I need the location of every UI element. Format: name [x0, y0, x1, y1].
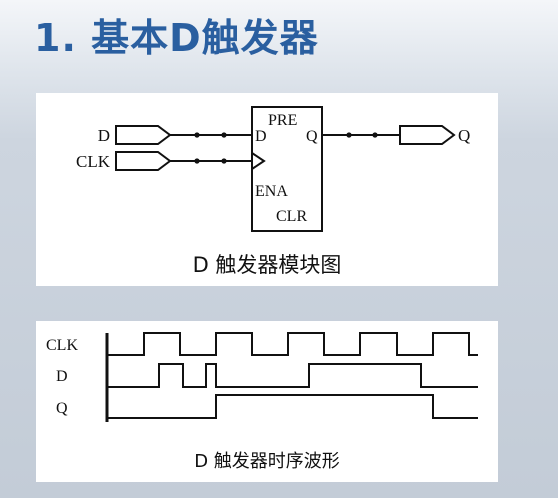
pin-ena-label: ENA: [255, 183, 288, 200]
q-output-label: Q: [458, 126, 470, 145]
timing-diagram-panel: CLK D Q D 触发器时序波形: [36, 321, 498, 482]
d-signal-label: D: [56, 368, 68, 385]
clk-signal-label: CLK: [46, 337, 78, 354]
clk-input-label: CLK: [76, 152, 111, 171]
pin-clr-label: CLR: [276, 208, 307, 225]
clock-input-triangle: [251, 152, 266, 170]
timing-diagram-caption: D 触发器时序波形: [194, 451, 340, 472]
pin-d-label: D: [255, 128, 267, 145]
d-input-label: D: [98, 126, 110, 145]
clk-wire-dot-2: [221, 158, 227, 164]
pin-q-label: Q: [306, 128, 318, 145]
page-title: 1. 基本D触发器: [34, 16, 319, 60]
clk-input-pin: [115, 151, 172, 171]
pin-pre-label: PRE: [268, 112, 297, 129]
block-diagram-panel: D CLK Q PRE D Q ENA CLR D 触发器模块图: [36, 93, 498, 286]
clk-wire-dot-1: [194, 158, 200, 164]
q-signal-label: Q: [56, 400, 68, 417]
q-wire-dot-1: [346, 132, 352, 138]
d-waveform: [107, 363, 478, 388]
d-input-pin: [115, 125, 172, 145]
d-wire-dot-1: [194, 132, 200, 138]
q-waveform: [107, 394, 478, 419]
q-wire-dot-2: [372, 132, 378, 138]
q-output-pin: [399, 125, 456, 145]
block-diagram-caption: D 触发器模块图: [192, 253, 342, 277]
d-wire-dot-2: [221, 132, 227, 138]
clk-waveform: [107, 332, 478, 356]
